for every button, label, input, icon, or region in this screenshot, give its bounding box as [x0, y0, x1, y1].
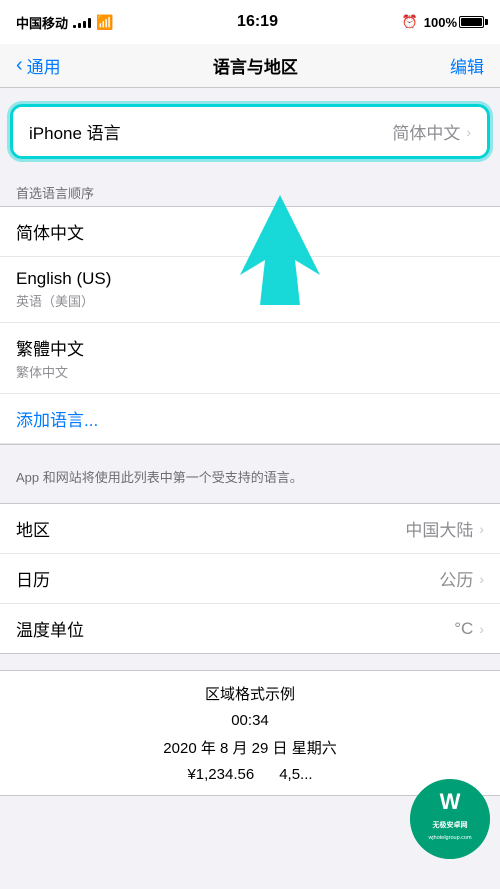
region-value-0: 中国大陆 [405, 516, 473, 541]
preferred-lang-sub-1: 英语（美国） [16, 291, 484, 310]
back-label: 通用 [27, 53, 61, 78]
chevron-right-icon: › [466, 124, 471, 140]
format-example-time: 00:34 [0, 708, 500, 733]
region-value-container-0: 中国大陆 › [405, 516, 484, 541]
info-text: App 和网站将使用此列表中第一个受支持的语言。 [0, 461, 500, 503]
watermark: W 无极安卓网 wjhotelgroup.com [410, 779, 490, 859]
preferred-lang-item-1[interactable]: English (US) 英语（美国） [0, 257, 500, 323]
preferred-lang-main-0: 简体中文 [16, 219, 484, 244]
region-chevron-1: › [479, 571, 484, 587]
format-number-value: 4,5... [279, 766, 312, 783]
add-language-label: 添加语言... [16, 411, 98, 430]
svg-text:无极安卓网: 无极安卓网 [432, 820, 468, 829]
edit-button[interactable]: 编辑 [450, 53, 484, 78]
alarm-icon: ⏰ [402, 14, 418, 30]
region-value-container-1: 公历 › [439, 566, 484, 591]
status-right: ⏰ 100% [402, 14, 484, 30]
back-button[interactable]: ‹ 通用 [16, 53, 61, 78]
battery-indicator: 100% [424, 15, 484, 30]
svg-text:wjhotelgroup.com: wjhotelgroup.com [427, 835, 472, 841]
wifi-icon: 📶 [96, 14, 113, 31]
carrier-label: 中国移动 [16, 13, 68, 32]
watermark-icon: W 无极安卓网 wjhotelgroup.com [410, 779, 490, 859]
region-label-0: 地区 [16, 516, 50, 541]
battery-fill [461, 18, 482, 26]
svg-text:W: W [440, 789, 461, 814]
region-chevron-0: › [479, 521, 484, 537]
signal-bars-icon [73, 16, 91, 28]
region-item-1[interactable]: 日历 公历 › [0, 554, 500, 604]
preferred-lang-main-1: English (US) [16, 269, 484, 289]
preferred-section-header: 首选语言顺序 [0, 175, 500, 206]
region-item-0[interactable]: 地区 中国大陆 › [0, 504, 500, 554]
region-item-2[interactable]: 温度单位 °C › [0, 604, 500, 653]
preferred-lang-item-2[interactable]: 繁體中文 繁体中文 [0, 323, 500, 394]
status-bar: 中国移动 📶 16:19 ⏰ 100% [0, 0, 500, 44]
region-value-2: °C [454, 619, 473, 639]
region-value-1: 公历 [439, 566, 473, 591]
format-currency-value: ¥1,234.56 [187, 766, 254, 783]
page-title: 语言与地区 [213, 53, 298, 78]
status-left: 中国移动 📶 [16, 13, 113, 32]
region-label-2: 温度单位 [16, 616, 84, 641]
region-section: 地区 中国大陆 › 日历 公历 › 温度单位 °C › [0, 503, 500, 654]
battery-icon [459, 16, 484, 28]
iphone-language-item[interactable]: iPhone 语言 简体中文 › [13, 107, 487, 156]
status-time: 16:19 [237, 13, 278, 31]
format-example-header: 区域格式示例 [0, 671, 500, 708]
region-value-container-2: °C › [454, 619, 484, 639]
region-label-1: 日历 [16, 566, 50, 591]
add-language-item[interactable]: 添加语言... [0, 394, 500, 444]
region-chevron-2: › [479, 621, 484, 637]
iphone-language-section[interactable]: iPhone 语言 简体中文 › [10, 104, 490, 159]
preferred-languages-section: 简体中文 English (US) 英语（美国） 繁體中文 繁体中文 添加语言.… [0, 206, 500, 445]
format-example-section: 区域格式示例 00:34 2020 年 8 月 29 日 星期六 ¥1,234.… [0, 670, 500, 796]
preferred-lang-sub-2: 繁体中文 [16, 362, 484, 381]
iphone-language-value: 简体中文 [392, 119, 460, 144]
preferred-lang-item-0[interactable]: 简体中文 [0, 207, 500, 257]
format-example-date: 2020 年 8 月 29 日 星期六 [0, 733, 500, 762]
iphone-language-label: iPhone 语言 [29, 119, 121, 144]
battery-percent: 100% [424, 15, 457, 30]
iphone-language-value-container: 简体中文 › [392, 119, 471, 144]
nav-bar: ‹ 通用 语言与地区 编辑 [0, 44, 500, 88]
content: iPhone 语言 简体中文 › 首选语言顺序 简体中文 English (US… [0, 88, 500, 796]
preferred-lang-main-2: 繁體中文 [16, 335, 484, 360]
back-chevron-icon: ‹ [16, 55, 23, 75]
